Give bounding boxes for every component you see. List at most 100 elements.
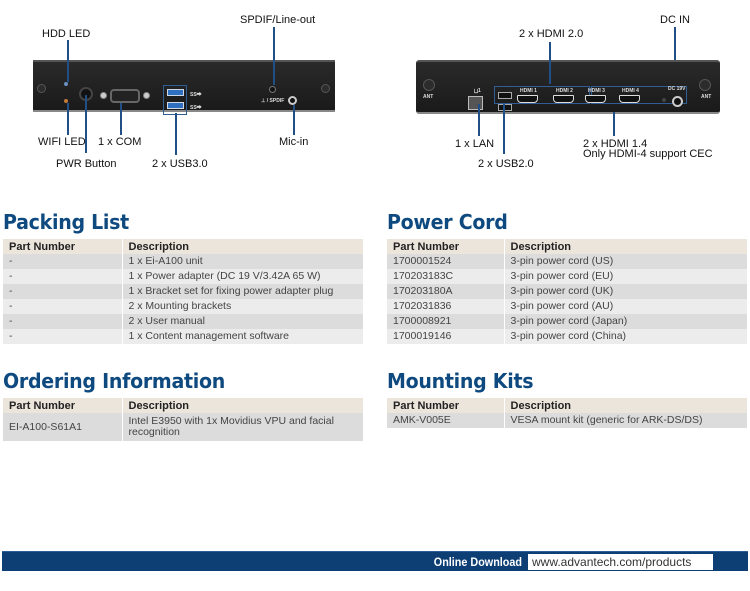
table-row: 170203183C 3-pin power cord (EU) <box>387 269 747 284</box>
description-cell: 3-pin power cord (EU) <box>503 269 747 284</box>
section-title: Ordering Information <box>3 369 226 393</box>
callout-wifi-led: WIFI LED <box>38 136 86 148</box>
callout-com: 1 x COM <box>98 136 142 148</box>
table-row: AMK-V005E VESA mount kit (generic for ARK… <box>387 413 747 428</box>
power-cord-section: Power Cord Part Number Description 17000… <box>387 210 747 344</box>
indicator-icon <box>662 98 666 102</box>
hdmi1-port-icon <box>517 95 538 103</box>
callout-line <box>120 103 122 135</box>
description-cell: 3-pin power cord (Japan) <box>503 314 747 329</box>
part-number-cell: - <box>3 314 122 329</box>
section-title: Mounting Kits <box>387 369 534 393</box>
com-screw-icon <box>143 92 150 99</box>
table-row: -1 x Power adapter (DC 19 V/3.42A 65 W) <box>3 269 363 284</box>
callout-line <box>478 104 480 136</box>
hdmi4-label: HDMI 4 <box>622 88 639 94</box>
callout-hdmi20: 2 x HDMI 2.0 <box>519 28 584 40</box>
part-number-cell: 1700019146 <box>387 329 504 344</box>
hdmi1-label: HDMI 1 <box>520 88 537 94</box>
table-row: EI-A100-S61A1 Intel E3950 with 1x Movidiu… <box>3 413 363 441</box>
front-device-body: SS⮕ SS⮕ ⊥ / SPDIF <box>33 60 335 115</box>
usb3-port-icon <box>167 89 184 96</box>
callout-pwr-button: PWR Button <box>56 158 117 170</box>
hdmi3-port-icon <box>585 95 606 103</box>
hdmi2-label: HDMI 2 <box>556 88 573 94</box>
description-cell: Intel E3950 with 1x Movidius VPU and fac… <box>121 413 363 441</box>
table-row: -1 x Bracket set for fixing power adapte… <box>3 284 363 299</box>
rear-device-body: ANT ANT ⨆1 HDMI 1 HDMI 2 HDMI 3 HDMI 4 D… <box>416 60 720 114</box>
table-header-row: Part Number Description <box>387 239 747 254</box>
callout-dc-in: DC IN <box>660 14 690 26</box>
part-number-cell: 1700008921 <box>387 314 504 329</box>
part-number-cell: AMK-V005E <box>387 413 504 428</box>
column-header: Part Number <box>3 398 122 413</box>
callout-line <box>85 95 87 153</box>
table-header-row: Part Number Description <box>3 239 363 254</box>
description-cell: 1 x Ei-A100 unit <box>121 254 363 269</box>
hdmi2-port-icon <box>553 95 574 103</box>
description-cell: VESA mount kit (generic for ARK-DS/DS) <box>503 413 747 428</box>
antenna-label: ANT <box>423 94 434 100</box>
footer-bar: Online Download www.advantech.com/produc… <box>2 551 748 571</box>
callout-line <box>503 104 505 154</box>
callout-line <box>67 103 69 135</box>
column-header: Description <box>121 398 363 413</box>
table-row: -1 x Ei-A100 unit <box>3 254 363 269</box>
table-row: -2 x User manual <box>3 314 363 329</box>
callout-line <box>674 27 676 60</box>
column-header: Part Number <box>3 239 122 254</box>
part-number-cell: 1700001524 <box>387 254 504 269</box>
description-cell: 1 x Bracket set for fixing power adapter… <box>121 284 363 299</box>
dc-in-label: DC 19V <box>668 86 686 92</box>
callout-hdmi14-cec: Only HDMI-4 support CEC <box>583 148 713 160</box>
column-header: Description <box>503 398 747 413</box>
antenna-icon <box>699 79 711 91</box>
antenna-label: ANT <box>701 94 712 100</box>
spdif-label: ⊥ / SPDIF <box>261 98 285 104</box>
section-title: Packing List <box>3 210 129 234</box>
callout-mic-in: Mic-in <box>279 136 309 148</box>
column-header: Description <box>503 239 747 254</box>
callout-line <box>613 112 615 136</box>
description-cell: 3-pin power cord (UK) <box>503 284 747 299</box>
screw-icon <box>321 84 330 93</box>
callout-hdd-led: HDD LED <box>42 28 91 40</box>
hdmi20-group-box <box>494 86 590 104</box>
column-header: Description <box>121 239 363 254</box>
table-header-row: Part Number Description <box>3 398 363 413</box>
callout-line <box>549 42 551 84</box>
part-number-cell: - <box>3 329 122 344</box>
com-screw-icon <box>100 92 107 99</box>
table-row: -2 x Mounting brackets <box>3 299 363 314</box>
mounting-kits-table: Part Number Description AMK-V005E VESA mo… <box>387 398 747 428</box>
description-cell: 3-pin power cord (AU) <box>503 299 747 314</box>
part-number-cell: - <box>3 299 122 314</box>
callout-line <box>273 27 275 85</box>
part-number-cell: - <box>3 254 122 269</box>
table-row: 1700001524 3-pin power cord (US) <box>387 254 747 269</box>
callout-line <box>175 113 177 155</box>
download-url-link[interactable]: www.advantech.com/products <box>528 554 713 570</box>
online-download-label: Online Download <box>433 555 522 569</box>
table-row: -1 x Content management software <box>3 329 363 344</box>
callout-spdif: SPDIF/Line-out <box>240 14 316 26</box>
column-header: Part Number <box>387 239 504 254</box>
hdmi4-port-icon <box>619 95 640 103</box>
description-cell: 3-pin power cord (China) <box>503 329 747 344</box>
usb3-port-icon <box>167 102 184 109</box>
description-cell: 2 x Mounting brackets <box>121 299 363 314</box>
table-row: 1702031836 3-pin power cord (AU) <box>387 299 747 314</box>
hdd-led-icon <box>64 82 68 86</box>
table-header-row: Part Number Description <box>387 398 747 413</box>
callout-line <box>293 105 295 135</box>
description-cell: 1 x Content management software <box>121 329 363 344</box>
part-number-cell: 1702031836 <box>387 299 504 314</box>
callout-usb3: 2 x USB3.0 <box>152 158 208 170</box>
dc-in-jack-icon <box>672 96 683 107</box>
mounting-kits-section: Mounting Kits Part Number Description AM… <box>387 369 747 428</box>
ordering-information-section: Ordering Information Part Number Descrip… <box>3 369 363 441</box>
table-row: 1700008921 3-pin power cord (Japan) <box>387 314 747 329</box>
lan-port-icon <box>468 96 483 110</box>
callout-lan: 1 x LAN <box>455 138 495 150</box>
part-number-cell: 170203180A <box>387 284 504 299</box>
